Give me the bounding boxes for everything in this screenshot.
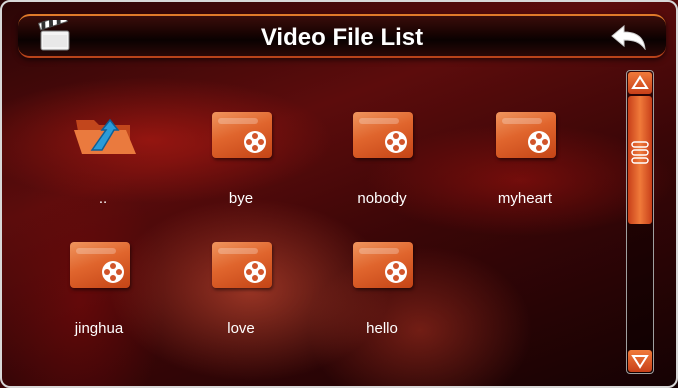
- folder-up-icon: [74, 118, 136, 154]
- video-file-icon: [351, 110, 415, 160]
- scroll-up-arrow-icon: [631, 75, 649, 89]
- file-label: hello: [366, 320, 398, 337]
- file-label: bye: [228, 190, 254, 207]
- video-file-icon: [351, 240, 415, 290]
- file-item-bye[interactable]: bye: [186, 110, 296, 220]
- video-file-icon: [210, 110, 274, 160]
- file-item-nobody[interactable]: nobody: [327, 110, 437, 220]
- vertical-scrollbar[interactable]: [626, 70, 654, 374]
- file-item-myheart[interactable]: myheart: [470, 110, 580, 220]
- back-arrow-icon[interactable]: [610, 24, 648, 50]
- parent-folder-item[interactable]: ..: [48, 110, 158, 220]
- scroll-thumb[interactable]: [628, 96, 652, 224]
- title-bar: Video File List: [18, 14, 666, 58]
- file-item-love[interactable]: love: [186, 240, 296, 350]
- page-title: Video File List: [260, 24, 424, 51]
- scroll-up-button[interactable]: [628, 72, 652, 94]
- file-label: ..: [98, 190, 108, 207]
- grip-icon: [631, 141, 649, 164]
- video-file-icon: [68, 240, 132, 290]
- scroll-down-button[interactable]: [628, 350, 652, 372]
- file-label: nobody: [357, 190, 407, 207]
- file-label: myheart: [497, 190, 553, 207]
- scroll-down-arrow-icon: [631, 355, 649, 369]
- video-file-icon: [494, 110, 558, 160]
- file-item-hello[interactable]: hello: [327, 240, 437, 350]
- video-file-icon: [210, 240, 274, 290]
- file-item-jinghua[interactable]: jinghua: [44, 240, 154, 350]
- file-label: love: [227, 320, 255, 337]
- file-label: jinghua: [74, 320, 124, 337]
